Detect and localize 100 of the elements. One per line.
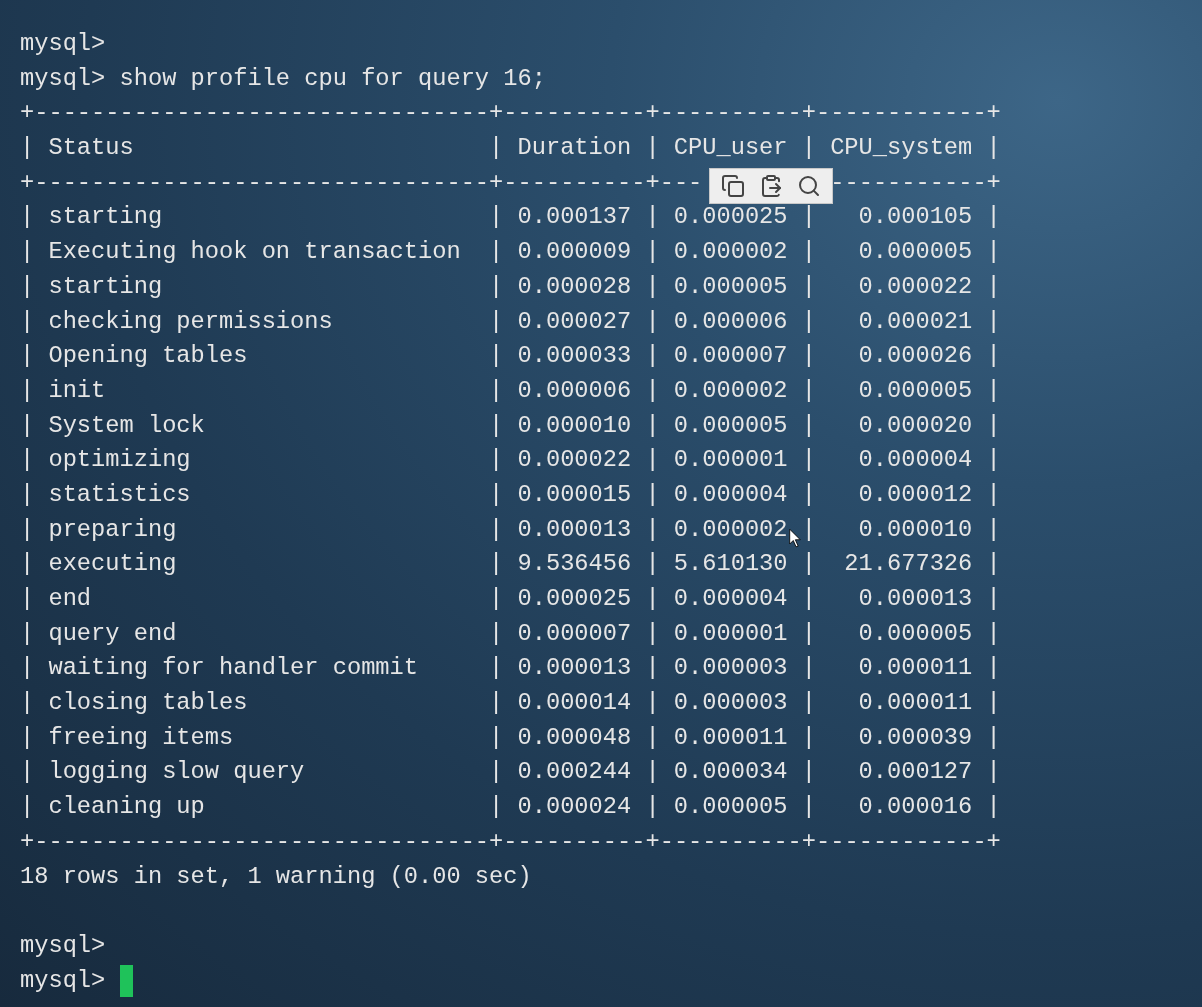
cell-divider: | <box>986 618 1001 649</box>
cell-divider: | <box>20 618 35 649</box>
table-cell-text: cleaning up <box>48 792 206 823</box>
table-cell-text: waiting for handler commit <box>48 653 419 684</box>
table-cell-text: 0.000033 <box>517 341 632 372</box>
table-cell-text: 0.000022 <box>517 445 632 476</box>
table-cell-text: 0.000011 <box>673 722 788 753</box>
table-cell-text: Opening tables <box>48 341 249 372</box>
cell-divider: | <box>986 133 1001 164</box>
table-cell-text: statistics <box>48 479 192 510</box>
cell-divider: | <box>489 306 504 337</box>
table-cell-text: 0.000020 <box>857 410 973 441</box>
cell-divider: | <box>986 688 1001 719</box>
table-cell-text: optimizing <box>48 445 192 476</box>
cell-divider: | <box>489 445 504 476</box>
cell-divider: | <box>645 653 660 684</box>
cell-divider: | <box>645 237 660 268</box>
table-cell-text: 0.000013 <box>857 584 973 614</box>
cell-divider: | <box>20 479 35 510</box>
cell-divider: | <box>20 584 35 614</box>
table-cell-text: 0.000012 <box>857 479 973 510</box>
table-cell-text: 0.000015 <box>517 479 632 510</box>
cell-divider: | <box>801 514 816 545</box>
table-cell-text: 0.000039 <box>857 722 973 753</box>
table-cell-text: closing tables <box>48 688 249 719</box>
column-header: Duration <box>517 133 632 164</box>
cell-divider: | <box>801 653 816 684</box>
table-cell-text: Executing hook on transaction <box>48 237 462 268</box>
column-header: CPU_system <box>830 133 973 164</box>
cell-divider: | <box>20 237 35 268</box>
table-cell-text: 9.536456 <box>517 549 632 580</box>
table-cell-text: 0.000014 <box>517 688 632 719</box>
cell-divider: | <box>801 688 816 719</box>
cell-divider: | <box>645 722 660 753</box>
column-header: Status <box>48 133 135 164</box>
table-cell-text: 5.610130 <box>673 549 788 580</box>
cell-divider: | <box>801 792 816 823</box>
cell-divider: | <box>801 549 816 580</box>
table-cell-text: 0.000011 <box>857 653 973 684</box>
table-cell-text: 0.000022 <box>857 271 973 302</box>
cell-divider: | <box>489 722 504 753</box>
table-cell-text: 0.000005 <box>857 618 973 649</box>
mouse-pointer-icon <box>789 527 801 549</box>
table-cell-text: 0.000004 <box>673 584 788 614</box>
table-cell-text: 21.677326 <box>843 549 973 580</box>
table-cell-text: 0.000002 <box>673 514 788 545</box>
cell-divider: | <box>20 722 35 753</box>
table-cell-text: 0.000002 <box>673 237 788 268</box>
table-border-line: -----------+ <box>830 167 1001 198</box>
cell-divider: | <box>645 202 660 233</box>
table-cell-text: 0.000005 <box>857 375 973 406</box>
cell-divider: | <box>645 133 660 164</box>
table-cell-text: 0.000013 <box>517 653 632 684</box>
prompt: mysql> <box>20 930 106 961</box>
table-cell-text: 0.000034 <box>673 757 788 788</box>
table-cell-text: 0.000025 <box>517 584 632 614</box>
cell-divider: | <box>645 688 660 719</box>
cell-divider: | <box>489 479 504 510</box>
cell-divider: | <box>645 792 660 823</box>
table-cell-text: 0.000137 <box>517 202 632 233</box>
cell-divider: | <box>645 549 660 580</box>
cell-divider: | <box>20 271 35 302</box>
table-cell-text: System lock <box>48 410 206 441</box>
cell-divider: | <box>986 341 1001 372</box>
cell-divider: | <box>645 306 660 337</box>
table-cell-text: 0.000004 <box>857 445 973 476</box>
table-cell-text: init <box>48 375 107 406</box>
cell-divider: | <box>20 410 35 441</box>
cell-divider: | <box>489 375 504 406</box>
cell-divider: | <box>986 722 1001 753</box>
cell-divider: | <box>645 271 660 302</box>
cell-divider: | <box>20 375 35 406</box>
table-cell-text: checking permissions <box>48 306 334 337</box>
table-cell-text: starting <box>48 271 164 302</box>
cell-divider: | <box>645 479 660 510</box>
table-cell-text: query end <box>48 618 178 649</box>
cell-divider: | <box>801 375 816 406</box>
cell-divider: | <box>489 757 504 788</box>
table-cell-text: 0.000013 <box>517 514 632 545</box>
table-cell-text: freeing items <box>48 722 235 753</box>
cell-divider: | <box>645 341 660 372</box>
table-cell-text: preparing <box>48 514 178 545</box>
cell-divider: | <box>801 271 816 302</box>
copy-button[interactable] <box>719 172 747 200</box>
table-cell-text: 0.000105 <box>857 202 973 233</box>
table-cell-text: 0.000003 <box>673 688 788 719</box>
cell-divider: | <box>801 584 816 614</box>
table-cell-text: end <box>48 584 93 614</box>
cell-divider: | <box>489 514 504 545</box>
cell-divider: | <box>645 445 660 476</box>
cell-divider: | <box>801 237 816 268</box>
table-border-line: +--------------------------------+----------+----------+------------+ <box>20 826 1001 857</box>
cell-divider: | <box>20 653 35 684</box>
cell-divider: | <box>645 584 660 614</box>
table-cell-text: 0.000010 <box>857 514 973 545</box>
cell-divider: | <box>986 306 1001 337</box>
cell-divider: | <box>986 271 1001 302</box>
table-cell-text: 0.000127 <box>857 757 973 788</box>
cell-divider: | <box>801 722 816 753</box>
cell-divider: | <box>645 757 660 788</box>
